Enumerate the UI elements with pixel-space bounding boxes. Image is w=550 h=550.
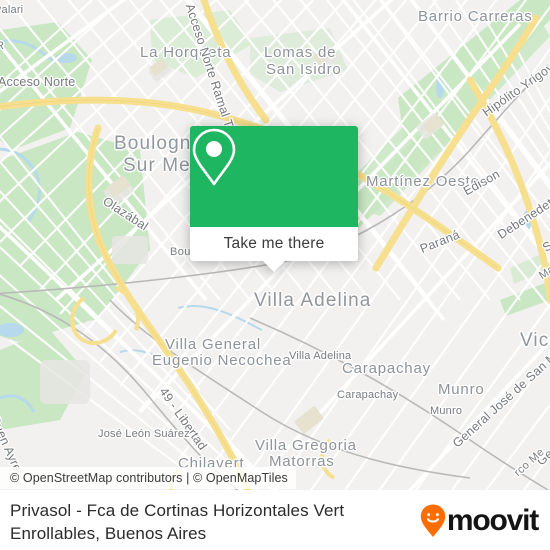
destination-popup-card[interactable]: Take me there (190, 126, 358, 272)
moovit-wordmark: moovit (446, 504, 539, 537)
moovit-pin-icon (420, 504, 446, 537)
take-me-there-button[interactable]: Take me there (224, 235, 325, 253)
popup-pointer (263, 261, 285, 272)
popup-icon-area (190, 126, 358, 227)
screenshot-root: PalariRLa HorquetaLomas deSan IsidroBarr… (0, 0, 550, 550)
map-canvas[interactable]: PalariRLa HorquetaLomas deSan IsidroBarr… (0, 0, 550, 490)
map-pin-icon (192, 128, 236, 186)
footer-bar: Privasol - Fca de Cortinas Horizontales … (0, 490, 550, 550)
moovit-logo[interactable]: moovit (420, 504, 539, 538)
map-attribution[interactable]: © OpenStreetMap contributors | © OpenMap… (0, 467, 296, 489)
popup-action-bar[interactable]: Take me there (190, 227, 358, 261)
page-title: Privasol - Fca de Cortinas Horizontales … (10, 501, 345, 543)
